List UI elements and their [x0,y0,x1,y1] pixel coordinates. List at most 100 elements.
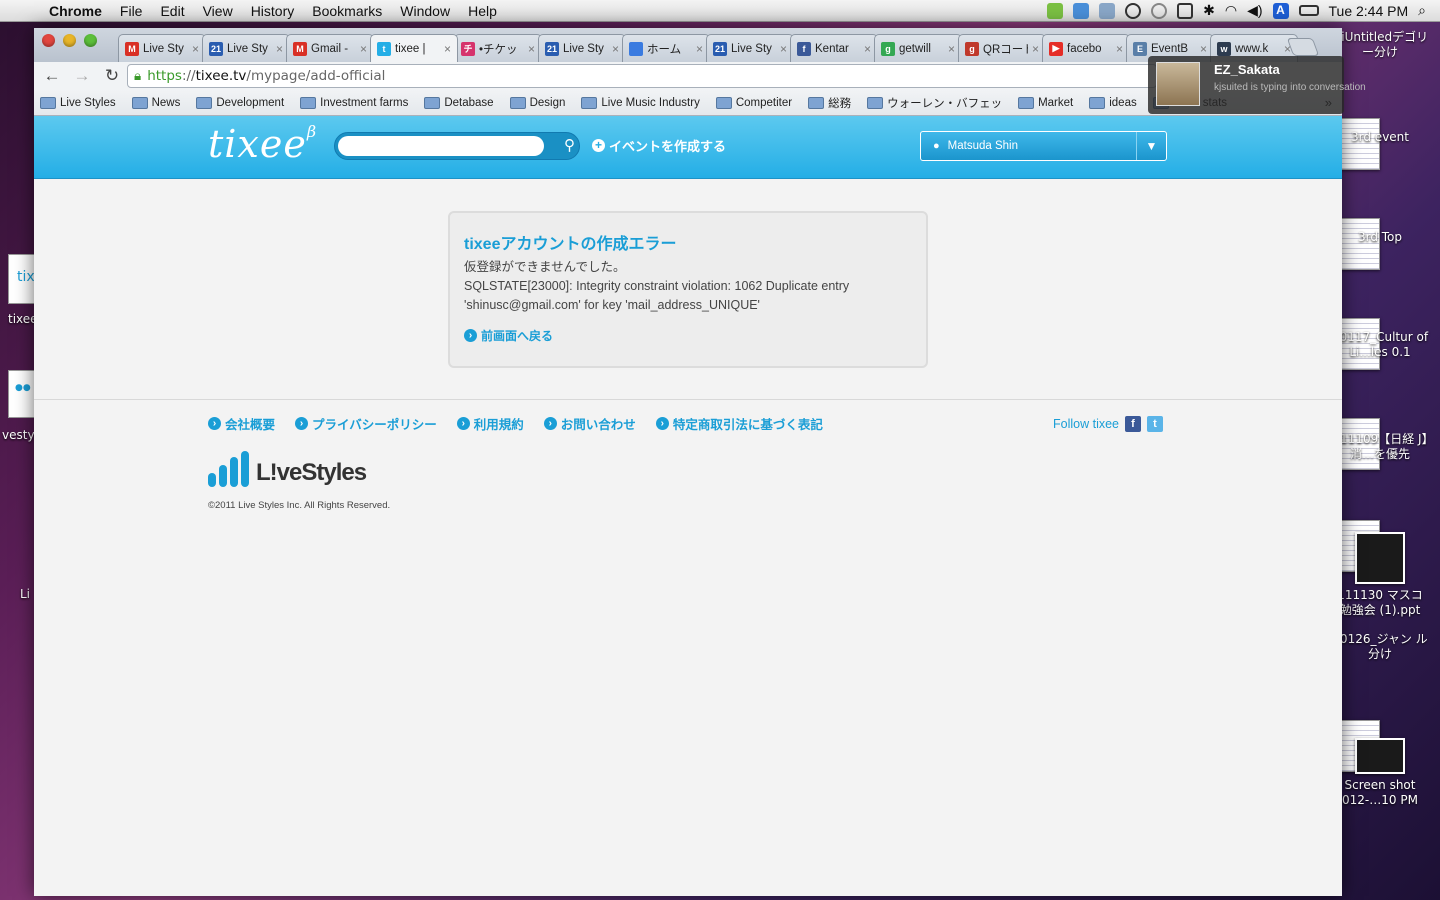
browser-tab[interactable]: t tixee | × [370,34,458,62]
browser-tab[interactable]: チ •チケッ × [454,34,542,62]
bookmark-folder[interactable]: Investment farms [300,95,408,111]
bookmark-folder[interactable]: Live Styles [40,95,116,111]
tab-title: facebo [1067,42,1102,55]
close-window-button[interactable] [42,34,55,47]
menu-view[interactable]: View [194,3,242,19]
bookmark-folder[interactable]: News [131,95,180,111]
desktop-icon-li-label[interactable]: Li [20,587,30,601]
desktop-icon-file[interactable]: 3rd event [1330,130,1430,270]
footer-link-contact[interactable]: › お問い合わせ [543,414,636,433]
desktop-icon-file[interactable]: Screen shot 012-…10 PM [1330,738,1430,808]
sync-icon[interactable] [1099,2,1116,19]
bookmark-label: 総務 [828,97,852,110]
close-tab-icon[interactable]: × [276,42,283,56]
dropbox-icon[interactable] [1073,2,1090,19]
bookmark-folder[interactable]: Development [196,95,284,111]
bookmark-folder[interactable]: ウォーレン・バフェッ [867,95,1002,111]
reload-icon[interactable]: ↻ [102,66,122,86]
lock-icon: 🔒︎ [134,68,142,84]
menu-window[interactable]: Window [391,3,459,19]
spotlight-search-icon[interactable]: ⌕ [1418,2,1426,19]
close-tab-icon[interactable]: × [528,42,535,56]
folder-icon [1018,96,1035,109]
close-tab-icon[interactable]: × [780,42,787,56]
menu-history[interactable]: History [242,3,304,19]
logo-beta-mark: β [306,122,318,141]
user-menu[interactable]: ● Matsuda Shin ▼ [920,131,1167,161]
input-method-icon[interactable]: A [1272,2,1289,19]
search-input[interactable] [338,136,544,156]
menu-file[interactable]: File [111,3,152,19]
display-icon[interactable] [1177,2,1194,19]
browser-tab[interactable]: M Gmail - × [286,34,374,62]
menu-edit[interactable]: Edit [151,3,193,19]
bookmark-folder[interactable]: Detabase [424,95,494,111]
volume-icon[interactable]: ◀) [1247,2,1262,19]
desktop-icon-file[interactable]: 111109【日経 J】消…を優先 [1330,432,1430,572]
menu-app-chrome[interactable]: Chrome [40,3,111,19]
bookmark-folder[interactable]: ideas [1089,95,1137,111]
browser-tab[interactable]: g QRコード × [958,34,1046,62]
close-tab-icon[interactable]: × [696,42,703,56]
footer-link-company[interactable]: › 会社概要 [208,414,275,433]
back-arrow-icon[interactable]: ← [42,66,62,86]
footer-link-privacy[interactable]: › プライバシーポリシー [295,414,437,433]
footer-link-terms[interactable]: › 利用規約 [456,414,524,433]
minimize-window-button[interactable] [63,34,76,47]
bookmark-folder[interactable]: Live Music Industry [581,95,700,111]
chevron-down-icon[interactable]: ▼ [1136,132,1166,160]
bookmark-folder[interactable]: 総務 [808,95,851,111]
tab-title: www.k [1235,42,1269,55]
chat-notification[interactable]: EZ_Sakata kjsuited is typing into conver… [1148,56,1366,114]
browser-tab[interactable]: f Kentar × [790,34,878,62]
desktop-icon-file[interactable]: 111130 マスコ 勉強会 (1).ppt [1330,532,1430,618]
close-tab-icon[interactable]: × [192,42,199,56]
bluetooth-icon[interactable]: ✱ [1203,2,1215,19]
back-to-previous-link[interactable]: › 前画面へ戻る [464,327,553,344]
close-tab-icon[interactable]: × [444,42,451,56]
close-tab-icon[interactable]: × [360,42,367,56]
browser-tab[interactable]: g getwill × [874,34,962,62]
facebook-icon[interactable]: f [1125,416,1141,432]
browser-tab[interactable]: ホーム × [622,34,710,62]
browser-tab[interactable]: 21 Live Sty × [706,34,794,62]
desktop-icon-file[interactable]: 20126_ジャン ル分け [1330,632,1430,772]
close-tab-icon[interactable]: × [1116,42,1123,56]
bookmark-folder[interactable]: Design [509,95,565,111]
close-tab-icon[interactable]: × [1032,42,1039,56]
footer-link-legal[interactable]: › 特定商取引法に基づく表記 [655,414,823,433]
browser-tab[interactable]: M Live Sty × [118,34,206,62]
zoom-window-button[interactable] [84,34,97,47]
bookmark-folder[interactable]: Market [1018,95,1073,111]
twitter-icon[interactable]: t [1147,416,1163,432]
tixee-logo[interactable]: tixeeβ [208,122,317,166]
desktop-icon-vesty-label[interactable]: vesty [2,428,35,442]
desktop-icon-file[interactable]: 3rd Top [1330,230,1430,370]
new-tab-button[interactable] [1286,38,1320,56]
browser-tab[interactable]: 21 Live Sty × [538,34,626,62]
close-tab-icon[interactable]: × [864,42,871,56]
wifi-icon[interactable]: ◠ [1225,2,1237,19]
desktop-icon-label: 111109【日経 J】消…を優先 [1332,432,1428,461]
file-thumbnail [1355,738,1405,774]
close-tab-icon[interactable]: × [948,42,955,56]
browser-tab[interactable]: 21 Live Sty × [202,34,290,62]
menubar-clock[interactable]: Tue 2:44 PM [1329,3,1409,19]
skype-icon[interactable] [1125,2,1142,19]
browser-tab[interactable]: ▶ facebo × [1042,34,1130,62]
search-icon[interactable]: ⚲ [564,136,575,154]
address-bar[interactable]: 🔒︎ https://tixee.tv/mypage/add-official [127,64,1157,88]
arrow-circle-icon: › [543,417,557,430]
bookmark-folder[interactable]: Competiter [715,95,792,111]
close-tab-icon[interactable]: × [1200,42,1207,56]
close-tab-icon[interactable]: × [612,42,619,56]
evernote-icon[interactable] [1047,2,1064,19]
desktop-icon-file[interactable]: [tiUntitledデゴリー分け [1330,30,1430,170]
create-event-link[interactable]: + イベントを作成する [592,136,726,155]
time-machine-icon[interactable] [1151,2,1168,19]
desktop-icon-file[interactable]: 10117_Cultur of Li...les 0.1 [1330,330,1430,470]
menu-bookmarks[interactable]: Bookmarks [303,3,391,19]
forward-arrow-icon[interactable]: → [72,66,92,86]
menu-help[interactable]: Help [459,3,506,19]
battery-icon[interactable] [1298,5,1319,16]
